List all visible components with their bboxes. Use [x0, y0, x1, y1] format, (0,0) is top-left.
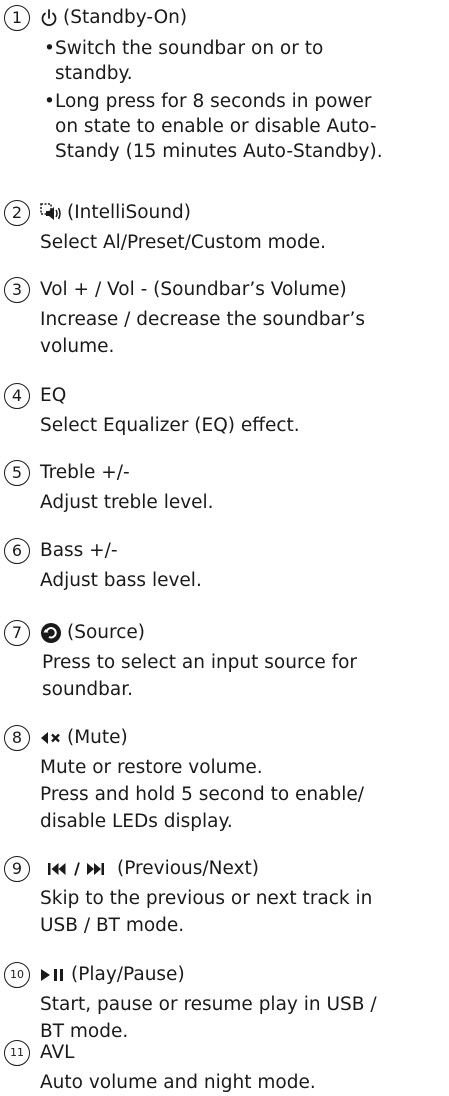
item-description: volume. [40, 336, 115, 357]
bullet-line: Long press for 8 seconds in power [55, 91, 372, 112]
item-description: Mute or restore volume. [40, 757, 263, 778]
item-number: 4 [4, 383, 30, 409]
item-title-text: (Previous/Next) [117, 858, 259, 879]
item-title: (Previous/Next) [48, 856, 259, 882]
item-number: 5 [4, 460, 30, 486]
mute-icon [40, 731, 62, 745]
item-title: (Play/Pause) [40, 962, 185, 988]
item-number: 7 [4, 620, 30, 646]
item-description: disable LEDs display. [40, 811, 233, 832]
item-description: Press and hold 5 second to enable/ [40, 784, 364, 805]
item-number: 10 [4, 962, 30, 988]
item-title: (IntelliSound) [40, 200, 191, 226]
bullet-line: Switch the soundbar on or to [55, 38, 324, 59]
source-icon [40, 622, 62, 644]
item-description: Skip to the previous or next track in [40, 888, 373, 909]
item-description: Increase / decrease the soundbar’s [40, 309, 365, 330]
item-description: Adjust treble level. [40, 492, 214, 513]
item-description: Press to select an input source for [42, 652, 358, 673]
item-number: 9 [4, 856, 30, 882]
previous-next-icon [48, 862, 112, 876]
item-number: 2 [4, 200, 30, 226]
item-title-text: Bass +/- [40, 540, 118, 561]
play-pause-icon [40, 968, 66, 982]
item-title-text: (Source) [67, 622, 145, 643]
item-description: Select Equalizer (EQ) effect. [40, 415, 300, 436]
power-icon [40, 8, 58, 28]
intellisound-icon [40, 203, 62, 223]
item-description: Select Al/Preset/Custom mode. [40, 232, 327, 253]
item-number: 11 [4, 1040, 30, 1066]
item-title-text: (IntelliSound) [67, 202, 191, 223]
item-number: 8 [4, 725, 30, 751]
item-description: USB / BT mode. [40, 915, 185, 936]
bullet-line: Standy (15 minutes Auto-Standby). [55, 141, 383, 162]
item-number: 3 [4, 277, 30, 303]
item-title-text: Treble +/- [40, 462, 130, 483]
item-description: soundbar. [42, 679, 134, 700]
item-title: Bass +/- [40, 538, 118, 564]
bullet-line: on state to enable or disable Auto- [55, 116, 377, 137]
item-title: (Standby-On) [40, 5, 187, 31]
item-title-text: EQ [40, 385, 67, 406]
item-title: Vol + / Vol - (Soundbar’s Volume) [40, 277, 347, 303]
item-title-text: (Mute) [67, 727, 128, 748]
item-title-text: (Standby-On) [63, 7, 188, 28]
item-title: EQ [40, 383, 66, 409]
item-number: 1 [4, 5, 30, 31]
item-description: Start, pause or resume play in USB / [40, 994, 377, 1015]
item-title: Treble +/- [40, 460, 130, 486]
bullet-line: standby. [55, 63, 133, 84]
item-title-text: Vol + / Vol - (Soundbar’s Volume) [40, 279, 347, 300]
item-title: AVL [40, 1040, 74, 1066]
item-description: Adjust bass level. [40, 570, 202, 591]
item-title-text: AVL [40, 1042, 75, 1063]
item-title-text: (Play/Pause) [71, 964, 185, 985]
item-title: (Mute) [40, 725, 128, 751]
item-title: (Source) [40, 620, 145, 646]
item-number: 6 [4, 538, 30, 564]
item-description: Auto volume and night mode. [40, 1072, 316, 1093]
